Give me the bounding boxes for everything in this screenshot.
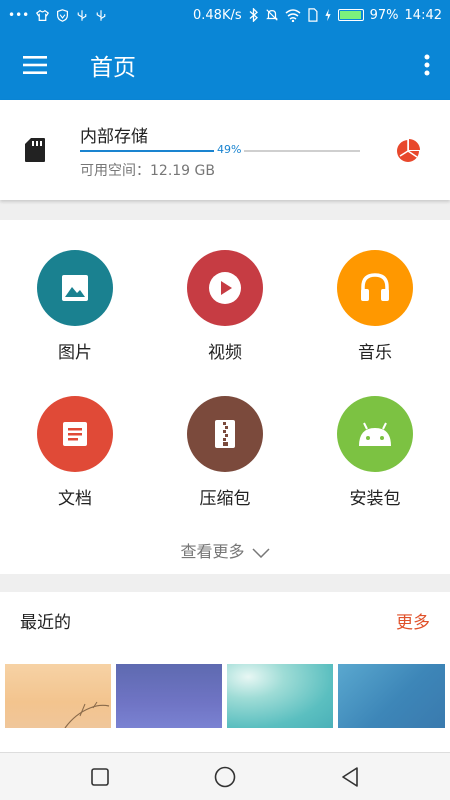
zip-icon [187,396,263,472]
shield-icon [57,8,69,22]
category-images[interactable]: 图片 [15,250,135,370]
status-bar: ••• 0.48K/s 97% 14:42 [0,0,450,30]
wifi-icon [285,8,301,22]
app-bar: 首页 [0,30,450,100]
internal-storage-card[interactable]: 内部存储 49% 可用空间：12.19 GB [0,100,450,200]
thumbnail-purple-gradient[interactable] [116,664,222,728]
play-icon [187,250,263,326]
home-icon[interactable] [213,765,237,789]
image-icon [37,250,113,326]
category-label: 视频 [208,343,242,363]
category-documents[interactable]: 文档 [15,396,135,516]
category-label: 音乐 [358,343,392,363]
storage-title: 内部存储 [80,127,148,147]
categories-grid: 图片 视频 音乐 文档 压缩包 安装包 查看更多 [0,220,450,574]
back-icon[interactable] [338,765,362,789]
thumbnail-blue-gradient[interactable] [338,664,445,728]
mute-icon [265,9,278,21]
sd-card-icon [24,137,46,167]
chevron-down-icon [252,547,270,558]
thumbnail-warm-sunset[interactable] [5,664,111,729]
more-dots-icon: ••• [8,8,30,22]
page-title: 首页 [90,55,136,81]
category-label: 安装包 [349,489,401,509]
clock: 14:42 [404,7,442,23]
category-apks[interactable]: 安装包 [315,396,435,516]
storage-free-space: 可用空间：12.19 GB [80,163,215,179]
shirt-icon [36,9,50,21]
android-icon [337,396,413,472]
status-left-icons: ••• [8,8,107,22]
battery-percent: 97% [369,7,399,23]
vertical-dots-icon[interactable] [404,30,450,100]
category-label: 压缩包 [199,489,251,509]
thumbnail-teal-sky[interactable] [227,664,333,728]
recent-apps-icon[interactable] [88,765,112,789]
usb-icon [77,9,87,21]
storage-progress-fill [80,150,218,152]
see-more-button[interactable]: 查看更多 [0,538,450,562]
recent-more-link[interactable]: 更多 [396,608,430,633]
category-archives[interactable]: 压缩包 [165,396,285,516]
battery-icon [337,9,364,21]
category-videos[interactable]: 视频 [165,250,285,370]
recent-section: 最近的 更多 [0,592,450,752]
recent-title: 最近的 [20,613,71,633]
pie-chart-icon[interactable] [397,138,421,166]
document-icon [37,396,113,472]
hamburger-menu-icon[interactable] [0,30,70,100]
usb-icon [96,9,106,21]
bluetooth-icon [249,8,258,22]
status-right-icons: 0.48K/s 97% 14:42 [193,8,442,23]
category-music[interactable]: 音乐 [315,250,435,370]
category-label: 图片 [58,343,92,363]
headphones-icon [337,250,413,326]
charging-icon [325,8,331,22]
sim-icon [308,8,318,22]
system-nav-bar [0,752,450,800]
category-label: 文档 [58,489,92,509]
see-more-label: 查看更多 [180,542,245,561]
network-speed: 0.48K/s [193,7,242,23]
storage-used-percent: 49% [214,143,245,156]
